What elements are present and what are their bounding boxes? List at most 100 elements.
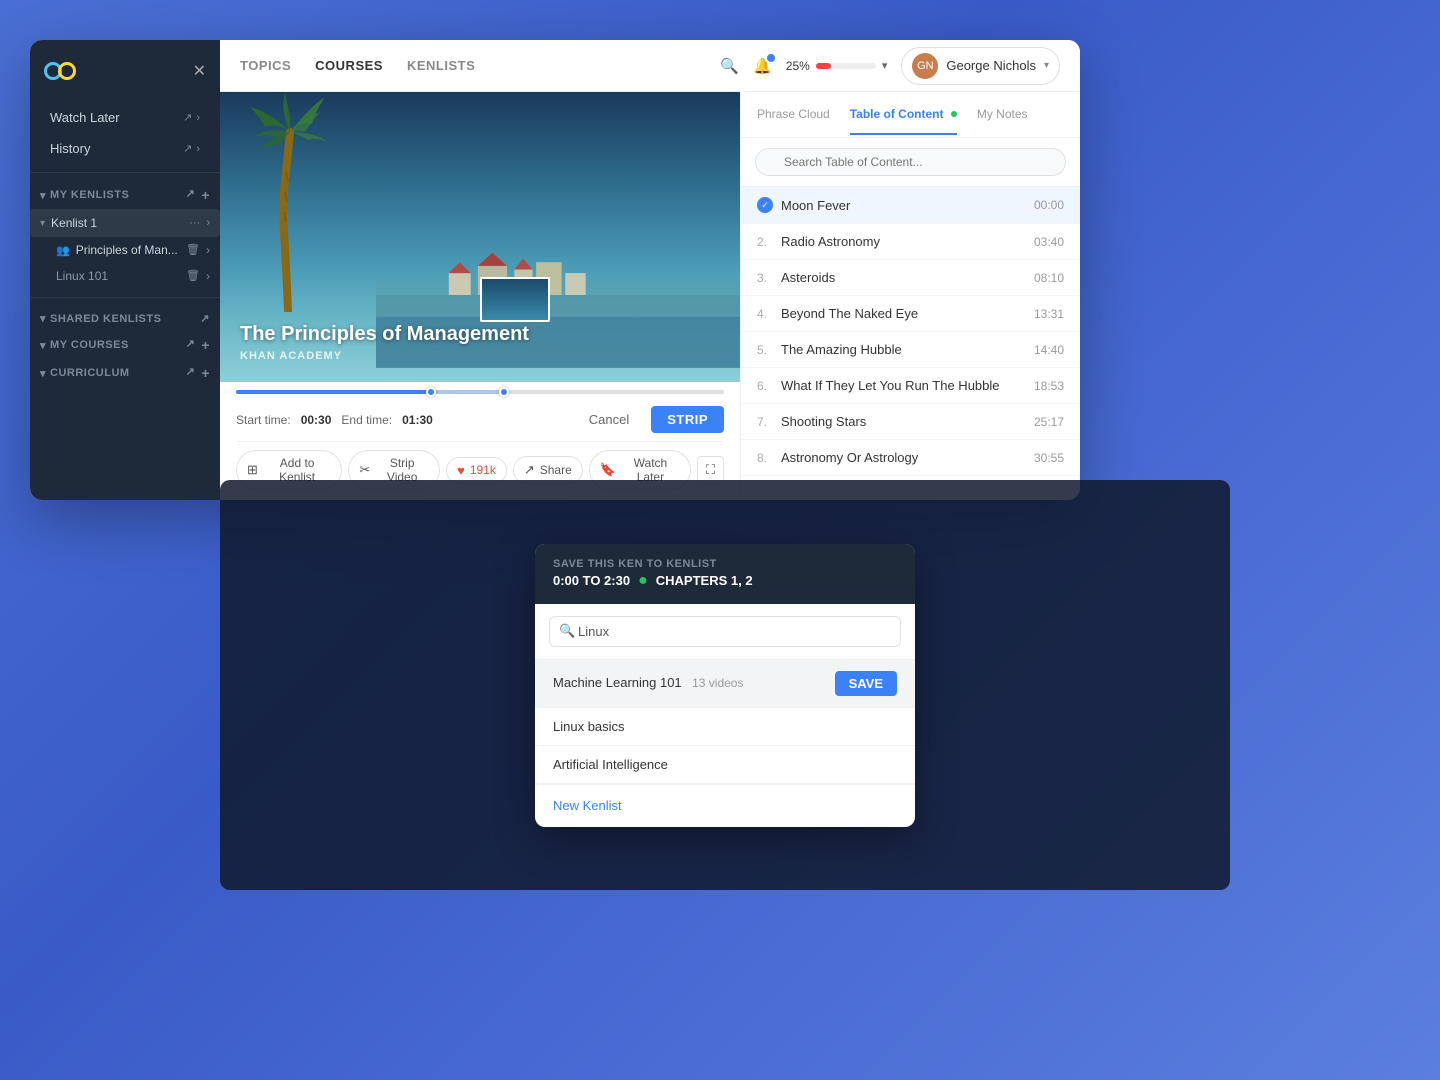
external-icon-curriculum: ↗: [186, 365, 196, 381]
notification-dot: [767, 54, 775, 62]
nav-topics[interactable]: TOPICS: [240, 58, 291, 73]
add-course-icon[interactable]: +: [201, 337, 210, 353]
progress-container: 25% ▾: [786, 59, 888, 73]
toc-time-1: 00:00: [1034, 198, 1064, 212]
kenlist-name-1: Machine Learning 101: [553, 675, 682, 690]
tab-table-of-content[interactable]: Table of Content: [850, 95, 957, 135]
progress-handle-end[interactable]: [499, 387, 509, 397]
external-icon-kenlists: ↗: [186, 187, 196, 203]
progress-area: [236, 382, 724, 398]
time-controls: Start time: 00:30 End time: 01:30 Cancel…: [236, 398, 724, 441]
main-content: TOPICS COURSES KENLISTS 🔍 🔔 25% ▾: [220, 40, 1080, 500]
toc-item-3[interactable]: 3. Asteroids 08:10: [741, 260, 1080, 296]
add-curriculum-icon[interactable]: +: [201, 365, 210, 381]
video-background: The Principles of Management KHAN ACADEM…: [220, 92, 740, 382]
modal-search-icon: 🔍: [559, 623, 575, 639]
kenlist-item-1[interactable]: ▾ Kenlist 1 ··· ›: [30, 209, 220, 237]
toc-item-6[interactable]: 6. What If They Let You Run The Hubble 1…: [741, 368, 1080, 404]
user-dropdown-arrow: ▾: [1044, 60, 1049, 71]
nav-kenlists[interactable]: KENLISTS: [407, 58, 475, 73]
my-courses-header[interactable]: ▾ MY COURSES ↗ +: [30, 331, 220, 359]
my-kenlists-label: MY KENLISTS: [50, 189, 129, 201]
kenlist-result-3[interactable]: Artificial Intelligence: [535, 746, 915, 784]
kenlist-result-2[interactable]: Linux basics: [535, 708, 915, 746]
chevron-icon-courses: ▾: [40, 339, 46, 352]
share-label: Share: [540, 463, 572, 477]
panel-tabs: Phrase Cloud Table of Content My Notes: [741, 92, 1080, 138]
toc-num-7: 7.: [757, 415, 777, 429]
progress-timeline[interactable]: [236, 390, 724, 394]
share-icon: ↗: [524, 462, 535, 478]
my-notes-label: My Notes: [977, 107, 1028, 121]
subitem-principles[interactable]: 👥 Principles of Man... 🗑 ›: [30, 237, 220, 263]
toc-item-1[interactable]: ✓ Moon Fever 00:00: [741, 187, 1080, 224]
divider-1: [30, 172, 220, 173]
user-name: George Nichols: [946, 58, 1036, 73]
logo-circle-yellow: [58, 62, 76, 80]
my-kenlists-header[interactable]: ▾ MY KENLISTS ↗ +: [30, 181, 220, 209]
progress-dropdown[interactable]: ▾: [882, 59, 888, 72]
subitem-linux[interactable]: Linux 101 🗑 ›: [30, 263, 220, 289]
toc-item-2[interactable]: 2. Radio Astronomy 03:40: [741, 224, 1080, 260]
user-menu[interactable]: GN George Nichols ▾: [901, 47, 1060, 85]
progress-percent: 25%: [786, 59, 810, 73]
external-icon-shared: ↗: [200, 312, 210, 325]
shared-kenlists-header[interactable]: ▾ SHARED KENLISTS ↗: [30, 306, 220, 331]
toc-time-3: 08:10: [1034, 271, 1064, 285]
start-time-value: 00:30: [301, 413, 332, 427]
progress-played: [236, 390, 431, 394]
close-button[interactable]: ✕: [193, 61, 206, 81]
toc-title-6: What If They Let You Run The Hubble: [781, 378, 1034, 393]
video-container: The Principles of Management KHAN ACADEM…: [220, 92, 740, 382]
search-button[interactable]: 🔍: [720, 57, 739, 75]
toc-item-5[interactable]: 5. The Amazing Hubble 14:40: [741, 332, 1080, 368]
external-icon-courses: ↗: [186, 337, 196, 353]
tab-my-notes[interactable]: My Notes: [977, 95, 1028, 135]
sidebar: ✕ Watch Later ↗ › History ↗ ›: [30, 40, 220, 500]
toc-item-7[interactable]: 7. Shooting Stars 25:17: [741, 404, 1080, 440]
history-label: History: [50, 141, 90, 156]
modal-search-input[interactable]: [549, 616, 901, 647]
top-nav-actions: 🔍 🔔 25% ▾ GN George Nichols ▾: [720, 47, 1060, 85]
check-circle-1: ✓: [757, 197, 773, 213]
toc-time-5: 14:40: [1034, 343, 1064, 357]
video-panel-area: The Principles of Management KHAN ACADEM…: [220, 92, 1080, 500]
add-kenlist-icon[interactable]: +: [201, 187, 210, 203]
play-icon-2: ›: [206, 243, 210, 257]
bookmark-icon: 🔖: [600, 462, 616, 478]
modal-header: SAVE THIS KEN TO KENLIST 0:00 TO 2:30 ● …: [535, 544, 915, 604]
strip-button[interactable]: STRIP: [651, 406, 724, 433]
chevron-down-icon-kenlists: ▾: [40, 189, 46, 202]
toc-title-5: The Amazing Hubble: [781, 342, 1034, 357]
cancel-button[interactable]: Cancel: [577, 406, 641, 433]
heart-icon: ♥: [457, 463, 465, 478]
like-count: 191k: [470, 463, 496, 477]
toc-num-3: 3.: [757, 271, 777, 285]
kenlist-1-label: Kenlist 1: [51, 216, 97, 230]
scissors-icon: ✂: [359, 462, 370, 478]
principles-label: Principles of Man...: [76, 243, 178, 257]
notification-button[interactable]: 🔔: [753, 57, 772, 75]
new-kenlist-link[interactable]: New Kenlist: [553, 798, 622, 813]
tab-phrase-cloud[interactable]: Phrase Cloud: [757, 95, 830, 135]
nav-courses[interactable]: COURSES: [315, 58, 383, 73]
modal-time-range: 0:00 TO 2:30: [553, 573, 630, 588]
save-button-1[interactable]: SAVE: [835, 671, 897, 696]
toc-item-4[interactable]: 4. Beyond The Naked Eye 13:31: [741, 296, 1080, 332]
sidebar-item-history[interactable]: History ↗ ›: [40, 133, 210, 164]
curriculum-header[interactable]: ▾ CURRICULUM ↗ +: [30, 359, 220, 387]
top-nav: TOPICS COURSES KENLISTS 🔍 🔔 25% ▾: [220, 40, 1080, 92]
app-logo: [44, 58, 82, 84]
progress-handle-start[interactable]: [426, 387, 436, 397]
toc-item-8[interactable]: 8. Astronomy Or Astrology 30:55: [741, 440, 1080, 476]
kenlist-count-1: 13 videos: [692, 676, 743, 690]
kenlist-result-1[interactable]: Machine Learning 101 13 videos SAVE: [535, 660, 915, 708]
divider-2: [30, 297, 220, 298]
toc-title-2: Radio Astronomy: [781, 234, 1034, 249]
toc-title-3: Asteroids: [781, 270, 1034, 285]
sidebar-item-watch-later[interactable]: Watch Later ↗ ›: [40, 102, 210, 133]
kenlist-name-3: Artificial Intelligence: [553, 757, 668, 772]
toc-search-input[interactable]: [755, 148, 1066, 176]
strip-region: [431, 390, 504, 394]
panel-search-area: 🔍: [741, 138, 1080, 187]
